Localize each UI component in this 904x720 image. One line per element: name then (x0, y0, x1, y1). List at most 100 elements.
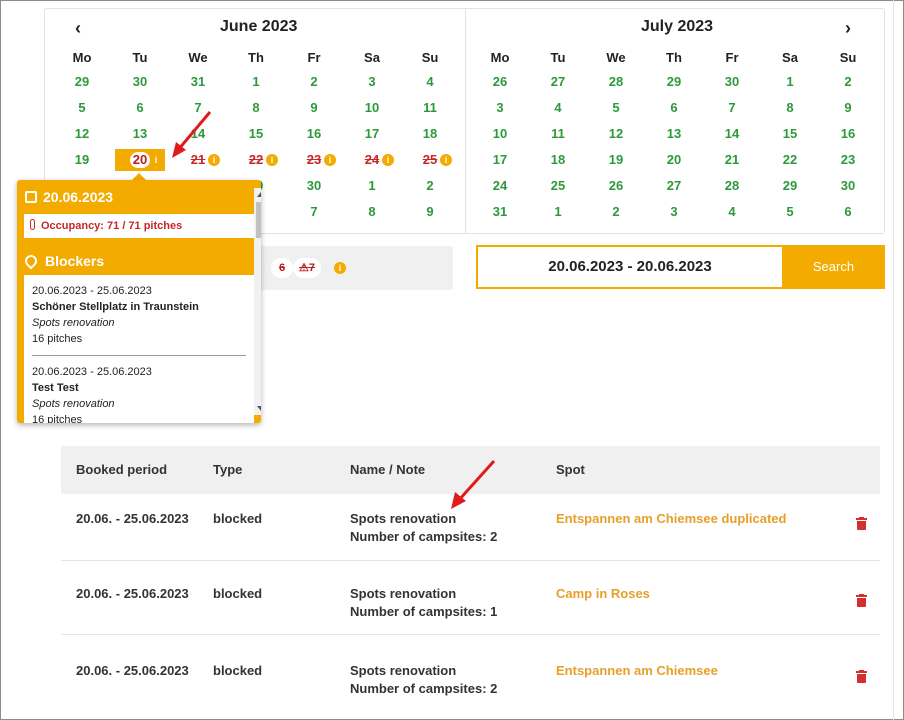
calendar-day[interactable]: 21 (707, 149, 757, 171)
calendar-day[interactable]: 22 (765, 149, 815, 171)
calendar-day[interactable]: 6 (649, 97, 699, 119)
calendar-day[interactable]: 8 (765, 97, 815, 119)
weekday-label: Th (666, 50, 682, 65)
info-icon[interactable]: i (334, 262, 346, 274)
calendar-day[interactable]: 25 (533, 175, 583, 197)
calendar-day[interactable]: 16 (823, 123, 873, 145)
delete-icon[interactable] (856, 517, 867, 530)
calendar-day[interactable]: 4 (533, 97, 583, 119)
calendar-day[interactable]: 29 (57, 71, 107, 93)
calendar-day[interactable]: 12 (591, 123, 641, 145)
calendar-day[interactable]: 28 (707, 175, 757, 197)
calendar-day[interactable]: 6 (823, 201, 873, 223)
calendar-day[interactable]: 2 (591, 201, 641, 223)
search-button[interactable]: Search (782, 245, 885, 289)
calendar-day[interactable]: 30 (707, 71, 757, 93)
calendar-day[interactable]: 17 (475, 149, 525, 171)
calendar-day[interactable]: 9 (289, 97, 339, 119)
calendar-day[interactable]: 10 (347, 97, 397, 119)
calendar-day[interactable]: 7 (173, 97, 223, 119)
calendar-day[interactable]: 28 (591, 71, 641, 93)
calendar-day[interactable]: 7 (289, 201, 339, 223)
date-range-input[interactable]: 20.06.2023 - 20.06.2023 (476, 245, 782, 289)
calendar-day[interactable]: 3 (649, 201, 699, 223)
table-header: Booked period Type Name / Note Spot (61, 446, 880, 494)
calendar-day[interactable]: 13 (649, 123, 699, 145)
calendar-day[interactable]: 15 (231, 123, 281, 145)
calendar-day[interactable]: 24 (475, 175, 525, 197)
calendar-day[interactable]: 5 (57, 97, 107, 119)
calendar-day[interactable]: 27 (649, 175, 699, 197)
calendar-day[interactable]: 1 (347, 175, 397, 197)
calendar-day[interactable]: 11 (533, 123, 583, 145)
calendar-day[interactable]: 14 (707, 123, 757, 145)
info-icon[interactable]: i (150, 154, 162, 166)
next-month-icon[interactable]: › (845, 18, 851, 38)
info-icon[interactable]: i (208, 154, 220, 166)
blockers-list[interactable]: 20.06.2023 - 25.06.2023 Schöner Stellpla… (24, 275, 254, 423)
calendar-day[interactable]: 11 (405, 97, 455, 119)
calendar-day[interactable]: 27 (533, 71, 583, 93)
calendar-day[interactable]: 9 (823, 97, 873, 119)
calendar-day[interactable]: 18 (405, 123, 455, 145)
calendar-day[interactable]: 8 (347, 201, 397, 223)
calendar-day[interactable]: 5 (591, 97, 641, 119)
scroll-up-icon[interactable] (257, 192, 261, 197)
calendar-day[interactable]: 13 (115, 123, 165, 145)
calendar-day[interactable]: 1 (765, 71, 815, 93)
calendar-day[interactable]: 5 (765, 201, 815, 223)
calendar-day[interactable]: 1 (231, 71, 281, 93)
calendar-day[interactable]: 3 (347, 71, 397, 93)
calendar-day[interactable]: 31 (173, 71, 223, 93)
calendar-day[interactable]: 1 (533, 201, 583, 223)
info-icon[interactable]: i (324, 154, 336, 166)
popup-scrollbar[interactable] (254, 188, 261, 415)
calendar-day[interactable]: 26 (591, 175, 641, 197)
scroll-down-icon[interactable] (257, 406, 261, 411)
calendar-day[interactable]: 19 (57, 149, 107, 171)
calendar-day[interactable]: 15 (765, 123, 815, 145)
calendar-day[interactable]: 14 (173, 123, 223, 145)
calendar-day[interactable]: 4 (405, 71, 455, 93)
calendar-day[interactable]: 29 (765, 175, 815, 197)
scroll-thumb[interactable] (256, 202, 261, 238)
info-icon[interactable]: i (382, 154, 394, 166)
blocker-reason: Spots renovation (32, 317, 115, 329)
weekday-label: Sa (782, 50, 798, 65)
blocked-badge[interactable]: 6 (271, 258, 293, 278)
info-icon[interactable]: i (266, 154, 278, 166)
prev-month-icon[interactable]: ‹ (75, 18, 81, 38)
calendar-day[interactable]: 30 (289, 175, 339, 197)
calendar-day[interactable]: 2 (823, 71, 873, 93)
occupancy-status: Occupancy: 71 / 71 pitches (24, 214, 254, 238)
calendar-day[interactable]: 9 (405, 201, 455, 223)
calendar-day[interactable]: 3 (475, 97, 525, 119)
spot-link[interactable]: Entspannen am Chiemsee duplicated (556, 510, 786, 528)
calendar-day[interactable]: 31 (475, 201, 525, 223)
calendar-day[interactable]: 4 (707, 201, 757, 223)
calendar-day[interactable]: 19 (591, 149, 641, 171)
calendar-day[interactable]: 30 (115, 71, 165, 93)
calendar-day[interactable]: 7 (707, 97, 757, 119)
warning-badge[interactable]: ⚠7 (293, 258, 321, 278)
calendar-day[interactable]: 2 (405, 175, 455, 197)
spot-link[interactable]: Entspannen am Chiemsee (556, 662, 718, 680)
calendar-day[interactable]: 6 (115, 97, 165, 119)
info-icon[interactable]: i (440, 154, 452, 166)
calendar-day[interactable]: 10 (475, 123, 525, 145)
calendar-day[interactable]: 18 (533, 149, 583, 171)
calendar-day[interactable]: 12 (57, 123, 107, 145)
calendar-day[interactable]: 20 (649, 149, 699, 171)
calendar-day[interactable]: 26 (475, 71, 525, 93)
calendar-day[interactable]: 17 (347, 123, 397, 145)
calendar-day[interactable]: 8 (231, 97, 281, 119)
calendar-icon (25, 191, 37, 203)
calendar-day[interactable]: 29 (649, 71, 699, 93)
delete-icon[interactable] (856, 594, 867, 607)
calendar-day[interactable]: 2 (289, 71, 339, 93)
delete-icon[interactable] (856, 670, 867, 683)
spot-link[interactable]: Camp in Roses (556, 585, 650, 603)
calendar-day[interactable]: 23 (823, 149, 873, 171)
calendar-day[interactable]: 30 (823, 175, 873, 197)
calendar-day[interactable]: 16 (289, 123, 339, 145)
